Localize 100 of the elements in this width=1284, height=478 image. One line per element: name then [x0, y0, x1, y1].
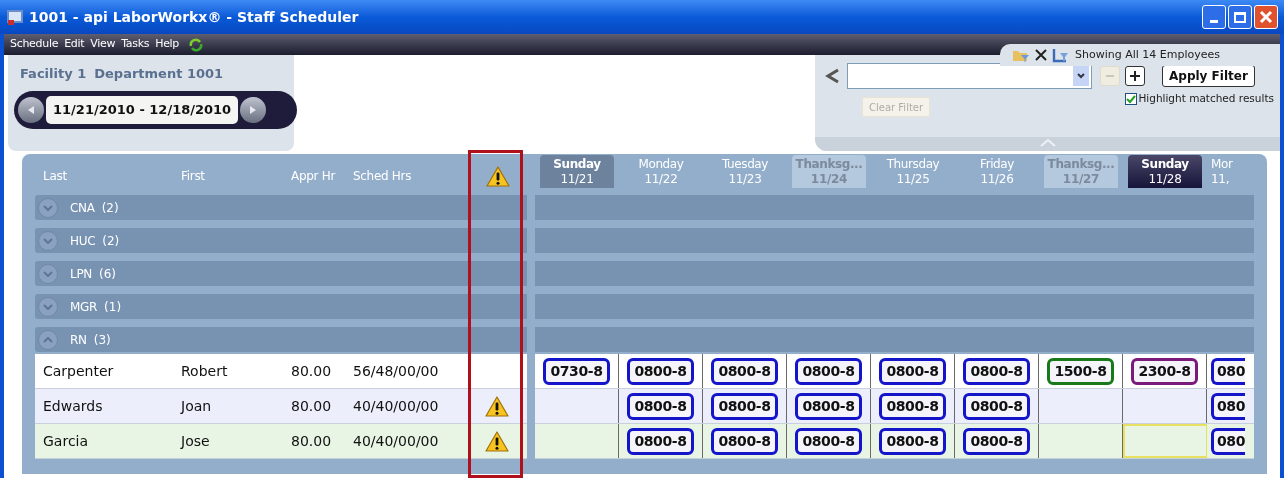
menu-item[interactable]: Edit	[61, 36, 88, 53]
shift-cell[interactable]: 080	[1207, 424, 1254, 458]
shift-chip[interactable]: 0800-8	[879, 392, 946, 420]
highlight-label: Highlight matched results	[1138, 91, 1274, 106]
employee-row[interactable]: Garcia Jose 80.00 40/40/00/00	[35, 424, 527, 459]
group-count: (3)	[93, 331, 111, 349]
table-cell-text: Robert	[180, 361, 229, 381]
table-cell-text: 40/40/00/00	[352, 396, 440, 416]
filter-combobox[interactable]	[847, 63, 1092, 89]
date-range-field[interactable]: 11/21/2010 - 12/18/2010	[46, 95, 239, 124]
shift-chip[interactable]: 0800-8	[711, 357, 778, 385]
menu-item[interactable]: Schedule	[7, 36, 62, 53]
shift-chip[interactable]: 0800-8	[627, 392, 694, 420]
plus-icon	[1129, 70, 1141, 82]
expand-icon[interactable]	[38, 263, 58, 284]
shift-cell[interactable]: 0800-8	[619, 354, 703, 388]
employee-row[interactable]: Edwards Joan 80.00 40/40/00/00	[35, 389, 527, 424]
department-label: Department 1001	[94, 65, 224, 83]
shift-cell[interactable]: 080	[1207, 389, 1254, 423]
shift-chip[interactable]: 0800-8	[795, 392, 862, 420]
shift-cell[interactable]: 0800-8	[787, 424, 871, 458]
group-label: CNA	[70, 199, 95, 217]
close-button[interactable]	[1254, 5, 1278, 29]
shift-chip[interactable]: 0800-8	[627, 357, 694, 385]
facility-label: Facility 1	[20, 65, 87, 83]
table-cell-text: Joan	[179, 396, 213, 416]
close-icon	[1033, 47, 1049, 63]
shift-cell[interactable]: 1500-8	[1039, 354, 1123, 388]
group-count: (2)	[102, 232, 120, 250]
close-icon	[1259, 10, 1273, 24]
shift-chip[interactable]: 0800-8	[963, 427, 1030, 455]
table-cell-text: Carpenter	[42, 361, 115, 381]
expand-icon[interactable]	[38, 230, 58, 251]
next-button[interactable]	[240, 96, 267, 123]
shift-chip[interactable]: 0800-8	[963, 392, 1030, 420]
group-label: LPN	[70, 265, 92, 283]
back-chevron-icon	[825, 67, 841, 85]
warning-icon	[486, 164, 510, 187]
shift-cell[interactable]: 080	[1207, 354, 1254, 388]
add-button[interactable]	[1125, 66, 1145, 86]
table-cell-text: 56/48/00/00	[352, 361, 440, 381]
group-count: (1)	[104, 298, 122, 316]
window-title: 1001 - api LaborWorkx® - Staff Scheduler	[29, 7, 359, 27]
shift-chip[interactable]: 080	[1211, 357, 1246, 385]
menu-item[interactable]: View	[87, 36, 119, 53]
shift-chip[interactable]: 0800-8	[963, 357, 1030, 385]
table-cell-text: 80.00	[290, 396, 333, 416]
filter-status: Showing All 14 Employees	[1075, 46, 1221, 63]
shift-chip[interactable]: 080	[1211, 427, 1246, 455]
collapse-icon[interactable]	[38, 329, 58, 350]
shift-chip[interactable]: 0800-8	[627, 427, 694, 455]
table-cell-text: 40/40/00/00	[352, 431, 440, 451]
group-count: (2)	[101, 199, 119, 217]
previous-button[interactable]	[18, 96, 44, 123]
shift-cell[interactable]: 0800-8	[955, 389, 1039, 423]
apply-filter-button[interactable]: Apply Filter	[1162, 65, 1255, 87]
shift-chip[interactable]: 0800-8	[879, 427, 946, 455]
group-count: (6)	[99, 265, 116, 283]
shift-cell[interactable]: 0800-8	[955, 354, 1039, 388]
shift-chip[interactable]: 080	[1211, 392, 1246, 420]
maximize-button[interactable]	[1228, 5, 1252, 29]
shift-cell[interactable]: 0800-8	[703, 424, 787, 458]
dropdown-icon	[1073, 66, 1089, 86]
table-cell-text: Garcia	[42, 431, 90, 451]
expand-icon[interactable]	[38, 296, 58, 317]
save-filter-icon	[1052, 47, 1070, 63]
day-header[interactable]: Sunday 11/21	[540, 155, 614, 188]
shift-chip[interactable]: 0800-8	[711, 427, 778, 455]
shift-cell[interactable]: 0800-8	[703, 389, 787, 423]
table-cell-text: 80.00	[290, 361, 333, 381]
group-label: RN	[70, 331, 87, 349]
shift-cell[interactable]: 0800-8	[703, 354, 787, 388]
shift-cell[interactable]: 0800-8	[619, 389, 703, 423]
shift-cell[interactable]: 0800-8	[871, 389, 955, 423]
menu-item[interactable]: Tasks	[118, 36, 153, 53]
shift-chip[interactable]: 0730-8	[543, 357, 610, 385]
refresh-icon	[188, 36, 205, 53]
shift-cell[interactable]: 0800-8	[871, 424, 955, 458]
employee-row[interactable]: Carpenter Robert 80.00 56/48/00/00	[35, 354, 527, 389]
group-label: MGR	[70, 298, 98, 316]
shift-cell[interactable]: 0730-8	[535, 354, 619, 388]
shift-cell[interactable]: 0800-8	[955, 424, 1039, 458]
minimize-button[interactable]	[1202, 5, 1226, 29]
table-cell-text: Jose	[179, 431, 211, 451]
shift-chip[interactable]: 2300-8	[1131, 357, 1198, 385]
menu-item[interactable]: Help	[152, 36, 183, 53]
shift-cell[interactable]: 2300-8	[1123, 354, 1207, 388]
shift-chip[interactable]: 0800-8	[795, 357, 862, 385]
shift-cell[interactable]: 0800-8	[619, 424, 703, 458]
shift-cell[interactable]: 0800-8	[871, 354, 955, 388]
shift-chip[interactable]: 1500-8	[1047, 357, 1114, 385]
shift-chip[interactable]: 0800-8	[795, 427, 862, 455]
shift-chip[interactable]: 0800-8	[879, 357, 946, 385]
day-header[interactable]: Sunday 11/28	[1128, 155, 1202, 188]
highlight-checkbox[interactable]	[1125, 92, 1138, 105]
shift-cell[interactable]: 0800-8	[787, 354, 871, 388]
left-triangle-icon	[26, 104, 36, 115]
shift-chip[interactable]: 0800-8	[711, 392, 778, 420]
expand-icon[interactable]	[38, 197, 58, 218]
shift-cell[interactable]: 0800-8	[787, 389, 871, 423]
